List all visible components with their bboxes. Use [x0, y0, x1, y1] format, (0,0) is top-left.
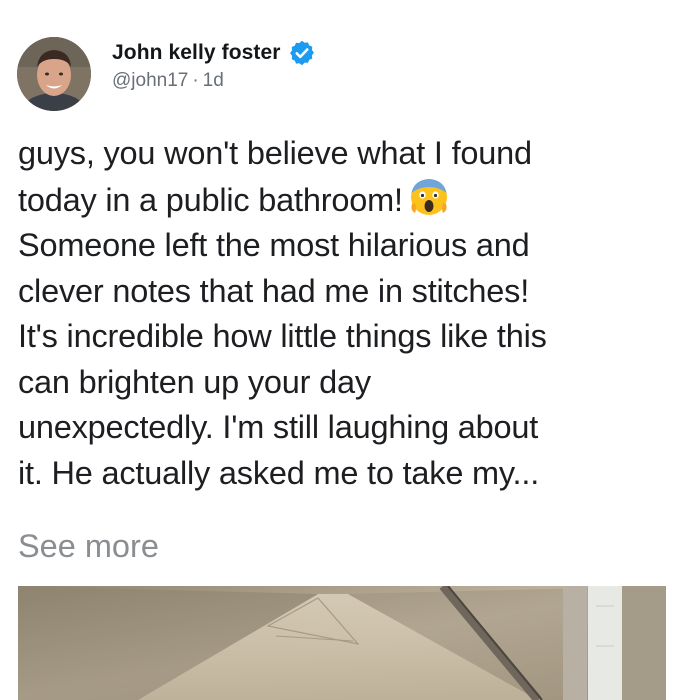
verified-badge-icon [288, 39, 316, 67]
meta-separator: · [192, 70, 199, 91]
bathroom-photo [18, 586, 666, 700]
post-time[interactable]: 1d [203, 70, 224, 91]
avatar-image [17, 37, 91, 111]
post-text-line: guys, you won't believe what I found [18, 135, 532, 171]
screaming-face-emoji-icon [409, 177, 449, 217]
post-text-line: Someone left the most hilarious and [18, 227, 530, 263]
post-text-line-with-emoji: today in a public bathroom! [18, 177, 688, 224]
post-text: guys, you won't believe what I found tod… [18, 131, 688, 496]
post-text-line: It's incredible how little things like t… [18, 318, 547, 354]
author-name[interactable]: John kelly foster [112, 41, 281, 65]
post-meta: @john17 · 1d [112, 70, 316, 92]
avatar[interactable] [17, 37, 91, 111]
post-text-line: unexpectedly. I'm still laughing about [18, 409, 539, 445]
name-row: John kelly foster [112, 38, 316, 68]
author-block: John kelly foster @john17 · 1d [112, 38, 316, 92]
see-more-link[interactable]: See more [18, 524, 159, 570]
social-post: John kelly foster @john17 · 1d guys, you w… [0, 0, 700, 700]
author-handle[interactable]: @john17 [112, 70, 188, 91]
post-text-line: it. He actually asked me to take my... [18, 454, 540, 491]
post-photo[interactable] [18, 586, 666, 700]
post-text-line: clever notes that had me in stitches! [18, 272, 530, 309]
post-text-line: can brighten up your day [18, 363, 371, 400]
post-text-line: today in a public bathroom! [18, 181, 403, 218]
